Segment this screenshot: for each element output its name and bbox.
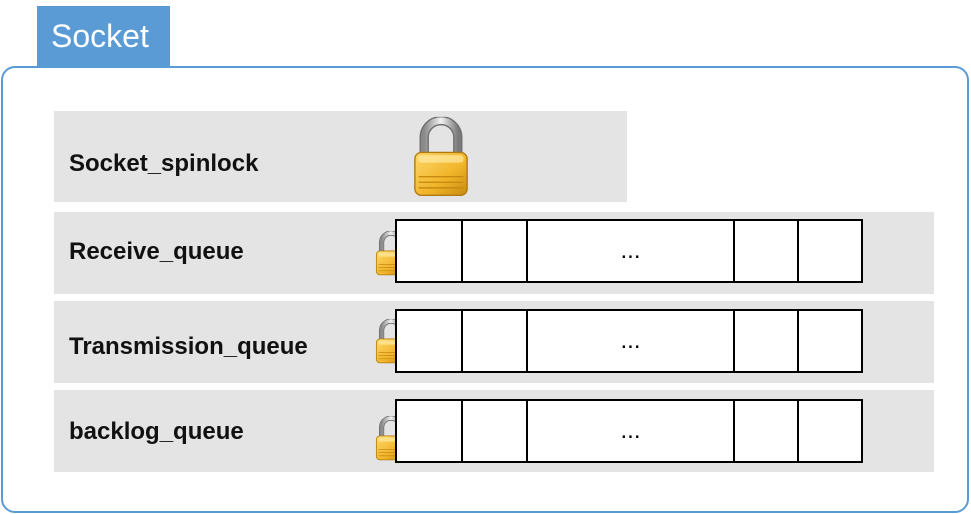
transmission-queue-buffer: ... [395,309,863,373]
queue-cell [735,221,799,281]
queue-cell [799,311,861,371]
queue-cell-ellipsis: ... [528,311,735,371]
queue-cell [735,311,799,371]
label-socket-spinlock: Socket_spinlock [69,150,259,177]
queue-cell-ellipsis: ... [528,401,735,461]
queue-cell [463,221,528,281]
padlock-icon [413,116,469,200]
backlog-queue-buffer: ... [395,399,863,463]
queue-cell-ellipsis: ... [528,221,735,281]
queue-cell [463,401,528,461]
label-backlog-queue: backlog_queue [69,418,244,445]
label-transmission-queue: Transmission_queue [69,333,308,360]
queue-cell [735,401,799,461]
queue-cell [397,401,463,461]
socket-title: Socket [51,18,149,54]
queue-cell [463,311,528,371]
socket-tab: Socket [37,6,170,67]
queue-cell [799,221,861,281]
queue-cell [397,221,463,281]
receive-queue-buffer: ... [395,219,863,283]
queue-cell [397,311,463,371]
queue-cell [799,401,861,461]
label-receive-queue: Receive_queue [69,238,244,265]
